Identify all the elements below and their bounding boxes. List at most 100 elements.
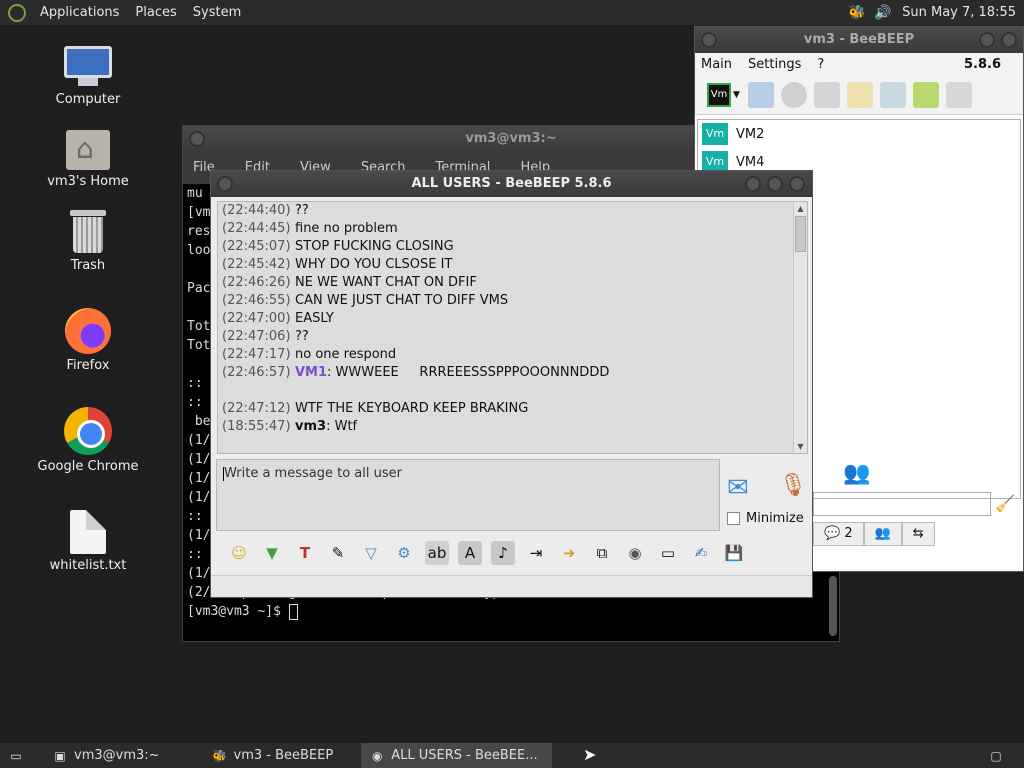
user-item-vm2[interactable]: Vm VM2	[698, 120, 1020, 148]
minimize-icon[interactable]	[767, 176, 783, 192]
message-text: ??	[295, 329, 309, 344]
menu-applications[interactable]: Applications	[32, 5, 127, 20]
tab-files[interactable]: ⇆	[901, 522, 935, 546]
settings-gear-icon[interactable]: ⚙	[392, 541, 416, 565]
message-input[interactable]: Write a message to all user	[216, 459, 720, 531]
screenshot-icon[interactable]: ⧉	[590, 541, 614, 565]
show-desktop-icon: ▭	[10, 748, 22, 763]
close-icon[interactable]	[1001, 32, 1017, 48]
microphone-icon[interactable]: 🎙	[779, 473, 807, 503]
attach-icon[interactable]: ♪	[491, 541, 515, 565]
checkbox[interactable]	[727, 512, 740, 525]
terminal-scrollbar[interactable]	[829, 576, 837, 636]
autocomplete-icon[interactable]: A	[458, 541, 482, 565]
user-filter-input[interactable]	[813, 492, 991, 516]
minimize-checkbox[interactable]: Minimize	[727, 511, 804, 526]
record-icon[interactable]: ◉	[623, 541, 647, 565]
desktop-icon-label: Trash	[70, 258, 106, 273]
edit-profile-icon[interactable]	[747, 81, 774, 108]
desktop-icon-computer[interactable]: Computer	[28, 46, 148, 107]
pencil-icon[interactable]	[846, 81, 873, 108]
chat-window[interactable]: ALL USERS - BeeBEEP 5.8.6 (22:44:40)?? (2…	[210, 170, 813, 598]
volume-icon[interactable]: 🔊	[874, 5, 892, 21]
menu-main[interactable]: Main	[701, 57, 732, 72]
taskbar-item-beebeep[interactable]: 🐝 vm3 - BeeBEEP	[204, 743, 348, 768]
send-file-icon[interactable]: ⇥	[524, 541, 548, 565]
menu-places[interactable]: Places	[127, 5, 184, 20]
workspace-icon: ▢	[990, 748, 1002, 763]
window-menu-icon[interactable]	[701, 32, 717, 48]
status-button[interactable]: Vm	[707, 82, 731, 107]
chat-messages[interactable]: (22:44:40)?? (22:44:45) fine no problem (22…	[217, 201, 808, 454]
window-menu-icon[interactable]	[217, 176, 233, 192]
message-text: NE WE WANT CHAT ON DFIF	[295, 275, 477, 290]
share-icon[interactable]	[813, 81, 840, 108]
chat-message: (22:46:55) CAN WE JUST CHAT TO DIFF VMS	[218, 292, 807, 310]
menu-settings[interactable]: Settings	[748, 57, 801, 72]
minimize-icon[interactable]	[979, 32, 995, 48]
desktop-icon-label: whitelist.txt	[49, 558, 127, 573]
emoticon-icon[interactable]: ☺	[227, 541, 251, 565]
send-icon[interactable]: ✉	[727, 473, 761, 503]
minimize-label: Minimize	[746, 511, 804, 526]
message-sender[interactable]: vm3	[295, 418, 326, 436]
terminal-cursor	[288, 603, 298, 620]
shade-icon[interactable]	[745, 176, 761, 192]
show-desktop-button[interactable]: ▭	[0, 743, 44, 768]
message-timestamp	[222, 382, 295, 400]
message-text: no one respond	[295, 347, 397, 362]
message-text: EASLY	[295, 311, 334, 326]
close-icon[interactable]	[789, 176, 805, 192]
beebeep-menubar: Main Settings ? 5.8.6	[695, 53, 1023, 75]
taskbar-item-terminal[interactable]: ▣ vm3@vm3:~	[44, 743, 174, 768]
upload-icon[interactable]	[912, 81, 939, 108]
clear-filter-icon[interactable]: 🧹	[995, 494, 1017, 514]
tools-icon[interactable]	[879, 81, 906, 108]
user-name: VM2	[736, 126, 765, 142]
trash-icon[interactable]	[945, 81, 972, 108]
message-sender[interactable]: VM1	[295, 364, 327, 382]
bee-icon[interactable]: 🐝	[848, 5, 866, 21]
desktop-icon-trash[interactable]: Trash	[28, 210, 148, 273]
taskbar-item-chat[interactable]: ◉ ALL USERS - BeeBEE...	[361, 743, 552, 768]
desktop-icon-chrome[interactable]: Google Chrome	[28, 407, 148, 474]
beebeep-titlebar[interactable]: vm3 - BeeBEEP	[695, 27, 1023, 53]
dropdown-arrow-icon[interactable]: ▼	[260, 541, 284, 565]
tab-chats[interactable]: 💬 2	[813, 522, 864, 546]
message-input-placeholder: Write a message to all user	[224, 466, 402, 481]
chevron-down-icon[interactable]: ▼	[733, 90, 740, 100]
chat-scrollbar[interactable]: ▲ ▼	[793, 202, 807, 453]
chat-message: (22:45:07) STOP FUCKING CLOSING	[218, 238, 807, 256]
workspace-switcher[interactable]: ▢	[980, 743, 1024, 768]
terminal-prompt: [vm3@vm3 ~]$	[187, 604, 289, 619]
tab-groups[interactable]: 👥	[863, 522, 902, 546]
spellcheck-icon[interactable]: ab	[425, 541, 449, 565]
chat-bubble-icon: 💬	[824, 526, 841, 541]
desktop-icon-whitelist[interactable]: whitelist.txt	[28, 510, 148, 573]
edit-icon[interactable]: ✍	[689, 541, 713, 565]
tab-count: 2	[844, 526, 853, 541]
send-folder-icon[interactable]: ➜	[557, 541, 581, 565]
network-icon[interactable]	[780, 81, 807, 108]
filter-icon[interactable]: ▽	[359, 541, 383, 565]
chat-message: (22:47:06)??	[218, 328, 807, 346]
scroll-down-icon[interactable]: ▼	[794, 440, 807, 453]
user-name: VM4	[736, 154, 765, 170]
clear-icon[interactable]: ▭	[656, 541, 680, 565]
scroll-thumb[interactable]	[795, 216, 806, 252]
message-timestamp: (22:45:07)	[222, 239, 291, 254]
desktop-icon-firefox[interactable]: Firefox	[28, 308, 148, 373]
color-picker-icon[interactable]: ✎	[326, 541, 350, 565]
menu-help[interactable]: ?	[817, 57, 824, 72]
desktop-icon-home[interactable]: vm3's Home	[28, 130, 148, 189]
scroll-up-icon[interactable]: ▲	[794, 202, 807, 215]
distro-logo-icon[interactable]	[8, 3, 26, 22]
window-menu-icon[interactable]	[189, 131, 205, 147]
mouse-pointer-icon: ➤	[583, 745, 597, 764]
clock[interactable]: Sun May 7, 18:55	[896, 5, 1024, 20]
message-text: WHY DO YOU CLSOSE IT	[295, 257, 453, 272]
menu-system[interactable]: System	[185, 5, 249, 20]
font-icon[interactable]: T	[293, 541, 317, 565]
chat-titlebar[interactable]: ALL USERS - BeeBEEP 5.8.6	[211, 171, 812, 197]
save-icon[interactable]: 💾	[722, 541, 746, 565]
